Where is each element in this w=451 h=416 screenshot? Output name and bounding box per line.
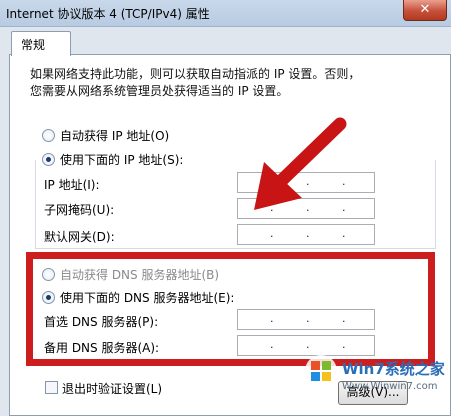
dns-highlight-box: [26, 252, 435, 366]
tab-general-label: 常规: [21, 38, 46, 52]
subnet-mask-label: 子网掩码(U):: [44, 203, 115, 217]
close-button[interactable]: ✕: [403, 0, 447, 21]
title-bar: Internet 协议版本 4 (TCP/IPv4) 属性 ✕: [0, 0, 451, 27]
gateway-input[interactable]: ...: [237, 224, 375, 245]
description-text: 如果网络支持此功能，则可以获取自动指派的 IP 设置。否则， 您需要从网络系统管…: [30, 66, 430, 100]
windows-logo-icon: [305, 355, 337, 387]
validate-checkbox[interactable]: [45, 381, 58, 394]
ip-auto-radio[interactable]: [42, 129, 55, 142]
red-arrow-annotation: [254, 117, 347, 210]
watermark: Win7系统之家 Www.Winwin7.com: [300, 352, 450, 400]
ip-manual-label: 使用下面的 IP 地址(S):: [60, 151, 187, 168]
ip-manual-radio[interactable]: [42, 153, 55, 166]
window-title: Internet 协议版本 4 (TCP/IPv4) 属性: [6, 7, 210, 21]
validate-label: 退出时验证设置(L): [62, 382, 163, 396]
ip-auto-label: 自动获得 IP 地址(O): [60, 129, 170, 143]
watermark-brand: Win7系统之家: [342, 360, 445, 378]
tab-general[interactable]: 常规: [11, 31, 71, 56]
watermark-url: Www.Winwin7.com: [342, 381, 438, 392]
ip-address-label: IP 地址(I):: [44, 178, 100, 192]
gateway-label: 默认网关(D):: [44, 230, 115, 244]
description-line-1: 如果网络支持此功能，则可以获取自动指派的 IP 设置。否则，: [30, 67, 361, 81]
description-line-2: 您需要从网络系统管理员处获得适当的 IP 设置。: [30, 84, 289, 98]
